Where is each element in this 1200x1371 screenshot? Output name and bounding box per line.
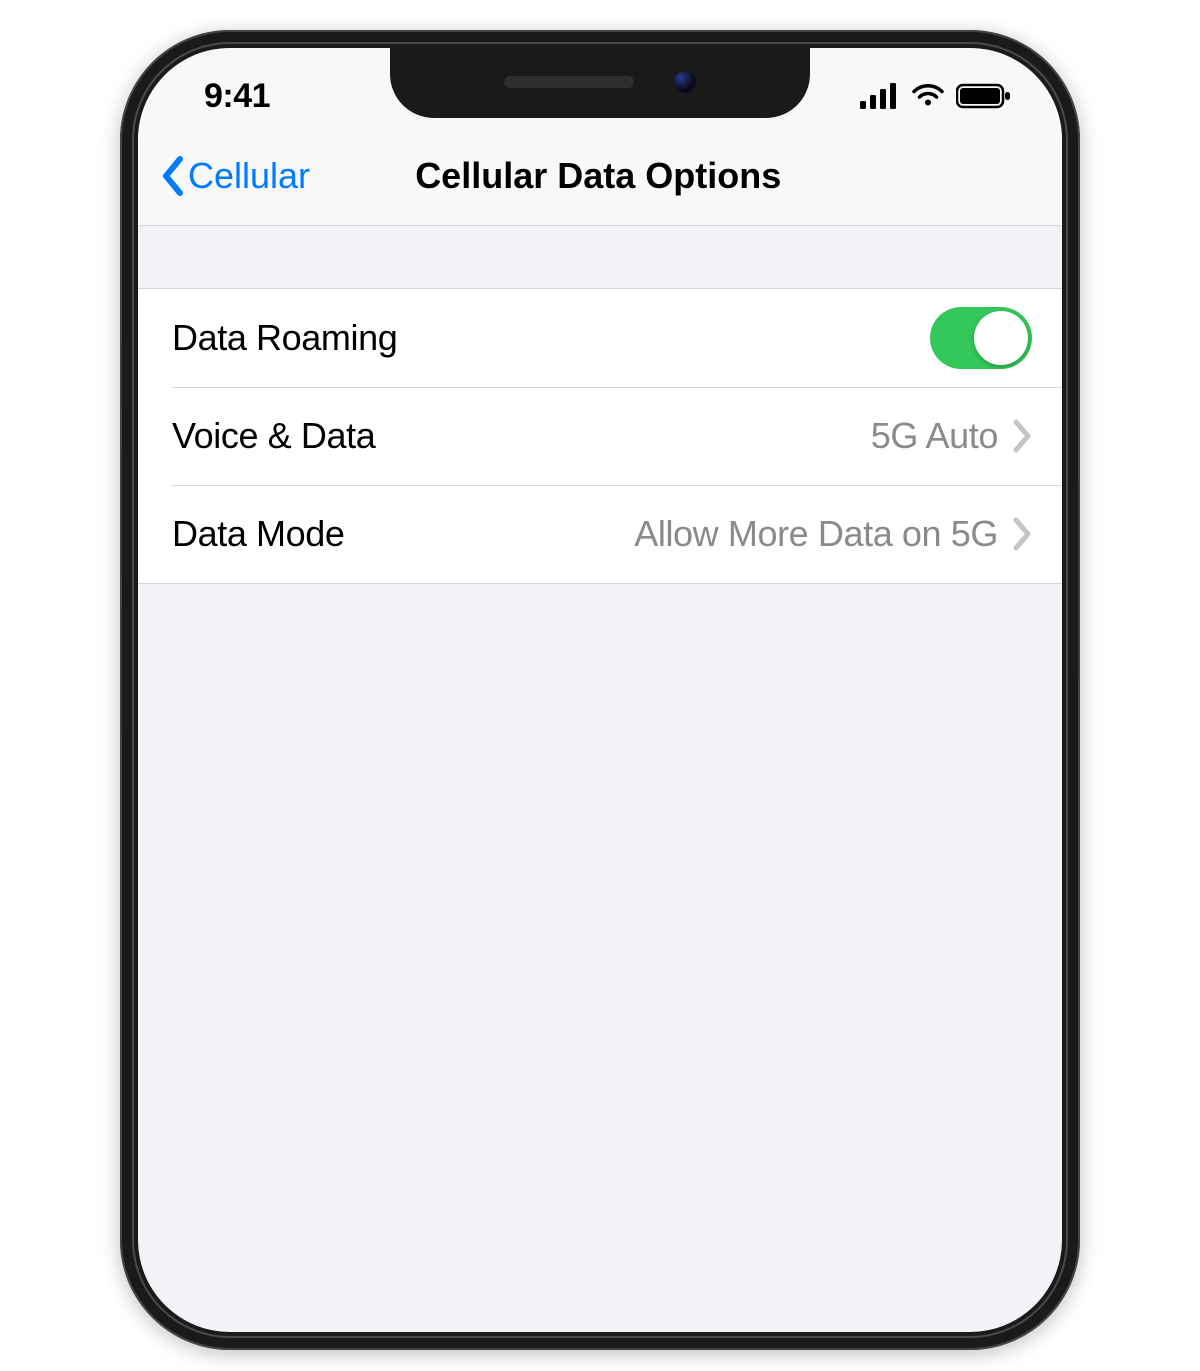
- row-value: Allow More Data on 5G: [634, 513, 998, 555]
- row-data-roaming[interactable]: Data Roaming: [138, 289, 1062, 387]
- volume-down-button: [120, 605, 122, 735]
- chevron-right-icon: [1012, 516, 1032, 552]
- page-title: Cellular Data Options: [415, 155, 781, 197]
- content: Data Roaming Voice & Data 5G Auto: [138, 288, 1062, 584]
- chevron-right-icon: [1012, 418, 1032, 454]
- settings-list: Data Roaming Voice & Data 5G Auto: [138, 288, 1062, 584]
- power-button: [1078, 480, 1080, 680]
- row-voice-data[interactable]: Voice & Data 5G Auto: [138, 387, 1062, 485]
- phone-frame: 9:41: [120, 30, 1080, 1350]
- cellular-signal-icon: [860, 83, 900, 109]
- row-label: Data Roaming: [172, 317, 397, 359]
- toggle-knob: [974, 311, 1028, 365]
- mute-switch: [120, 340, 122, 410]
- status-indicators: [860, 83, 1012, 109]
- chevron-left-icon: [158, 155, 186, 197]
- screen: 9:41: [138, 48, 1062, 1332]
- notch: [390, 48, 810, 118]
- front-camera: [674, 71, 696, 93]
- back-label: Cellular: [188, 155, 310, 197]
- battery-icon: [956, 83, 1012, 109]
- volume-up-button: [120, 450, 122, 580]
- row-data-mode[interactable]: Data Mode Allow More Data on 5G: [138, 485, 1062, 583]
- data-roaming-toggle[interactable]: [930, 307, 1032, 369]
- row-value: 5G Auto: [871, 415, 998, 457]
- row-label: Data Mode: [172, 513, 345, 555]
- nav-bar: Cellular Cellular Data Options: [138, 126, 1062, 226]
- speaker-grille: [504, 76, 634, 88]
- status-time: 9:41: [204, 77, 270, 116]
- back-button[interactable]: Cellular: [158, 155, 310, 197]
- row-label: Voice & Data: [172, 415, 375, 457]
- wifi-icon: [910, 83, 946, 109]
